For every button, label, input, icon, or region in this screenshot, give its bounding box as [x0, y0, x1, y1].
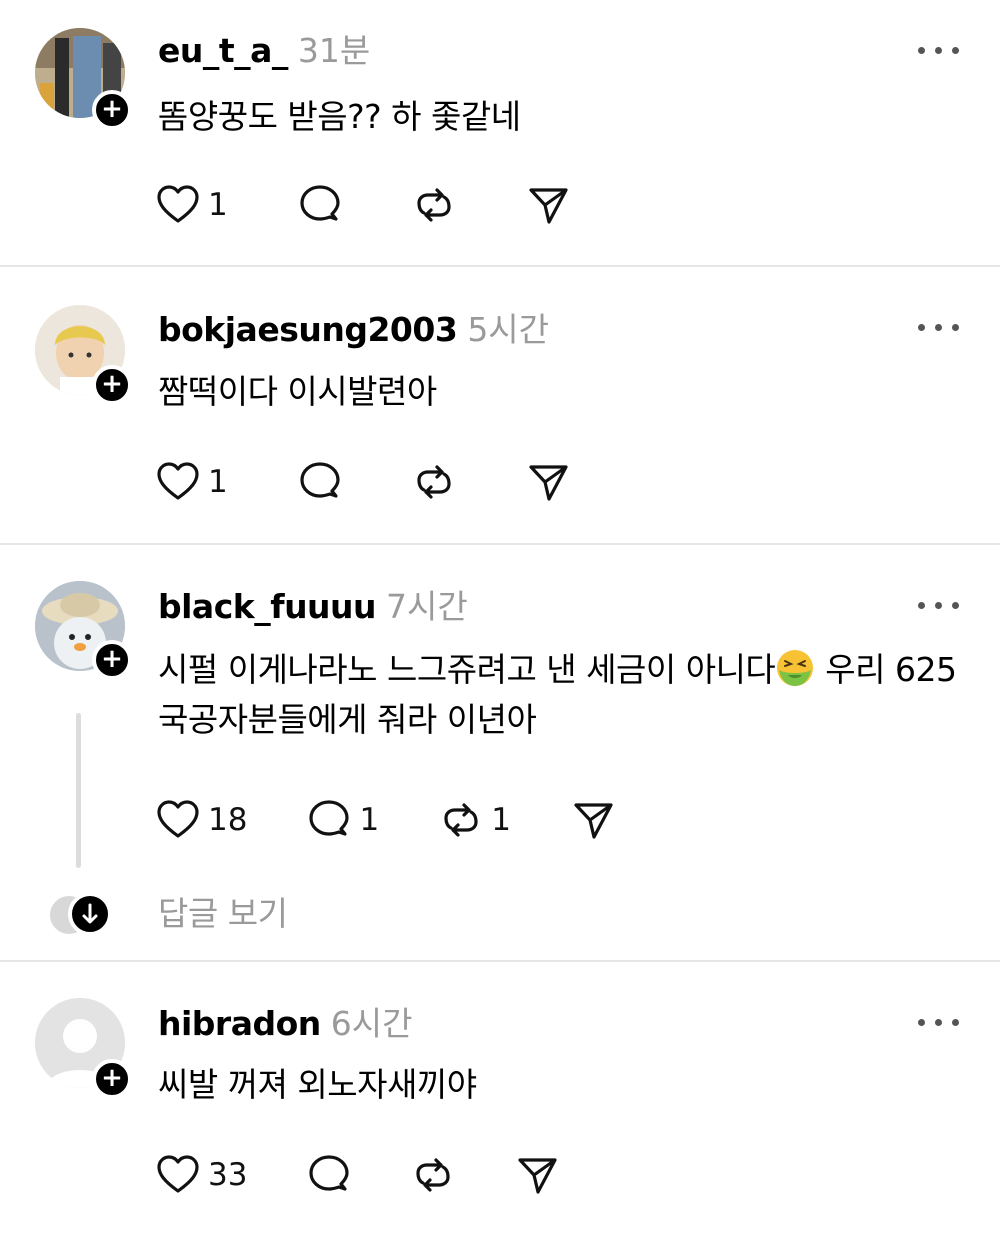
comment-icon: [300, 185, 340, 221]
post-text: 짬떡이다 이시발련아: [158, 372, 437, 411]
share-icon: [518, 1158, 558, 1194]
comment-button[interactable]: 1: [307, 798, 379, 842]
repost-count: 1: [491, 802, 511, 838]
comment-button[interactable]: [307, 1153, 351, 1197]
action-bar: 33: [156, 1150, 619, 1200]
nauseated-face-emoji: [777, 650, 814, 686]
post-header: black_fuuuu 7시간: [158, 580, 468, 630]
post-header: bokjaesung2003 5시간: [158, 303, 549, 353]
username[interactable]: black_fuuuu: [158, 587, 377, 626]
follow-button[interactable]: +: [92, 1059, 132, 1099]
post-eu_t_a_: + eu_t_a_ 31분 똠양꿍도 받음?? 하 좇같네 1: [0, 0, 1000, 265]
arrow-down-icon[interactable]: [68, 892, 112, 936]
post-header: eu_t_a_ 31분: [158, 24, 370, 74]
share-icon: [529, 188, 568, 224]
like-count: 1: [208, 187, 228, 223]
timestamp: 5시간: [467, 310, 550, 349]
action-bar: 1: [156, 457, 630, 507]
username[interactable]: bokjaesung2003: [158, 310, 458, 349]
view-replies-link[interactable]: 답글 보기: [158, 887, 288, 935]
timestamp: 6시간: [330, 1004, 413, 1043]
username[interactable]: eu_t_a_: [158, 31, 288, 70]
share-button[interactable]: [515, 1153, 559, 1197]
share-icon: [574, 803, 613, 839]
repost-button[interactable]: [412, 183, 456, 227]
post-hibradon: + hibradon 6시간 씨발 꺼져 외노자새끼야 33: [0, 962, 1000, 1233]
repost-icon: [417, 188, 451, 222]
action-bar: 1: [156, 180, 630, 230]
repost-button[interactable]: [411, 1153, 455, 1197]
share-button[interactable]: [571, 798, 615, 842]
share-button[interactable]: [526, 183, 570, 227]
timestamp: 31분: [297, 31, 371, 70]
follow-button[interactable]: +: [92, 90, 132, 130]
repost-icon: [417, 465, 451, 499]
like-button[interactable]: 1: [156, 460, 228, 504]
username[interactable]: hibradon: [158, 1004, 321, 1043]
comment-icon: [309, 800, 350, 836]
post-text: 씨발 꺼져 외노자새끼야: [158, 1065, 477, 1104]
comment-button[interactable]: [298, 183, 342, 227]
like-button[interactable]: 33: [156, 1153, 247, 1197]
repost-button[interactable]: 1: [439, 798, 511, 842]
follow-button[interactable]: +: [92, 640, 132, 680]
more-icon[interactable]: [918, 1012, 960, 1032]
view-replies-row[interactable]: 답글 보기: [0, 881, 1000, 941]
post-text: 시펄 이게나라노 느그쥬려고 낸 세금이 아니다 우리 625 국공자분들에게 …: [158, 645, 978, 745]
repost-button[interactable]: [412, 460, 456, 504]
comment-icon: [300, 462, 340, 498]
thread-line: [76, 713, 81, 868]
like-button[interactable]: 18: [156, 798, 247, 842]
like-count: 18: [208, 802, 248, 838]
action-bar: 18 1 1: [156, 795, 675, 845]
post-black_fuuuu: + black_fuuuu 7시간 시펄 이게나라노 느그쥬려고 낸 세금이 아…: [0, 545, 1000, 960]
follow-button[interactable]: +: [92, 365, 132, 405]
repost-icon: [416, 1158, 451, 1192]
post-text-part: 시펄 이게나라노 느그쥬려고 낸 세금이 아니다: [158, 650, 776, 689]
repost-icon: [444, 803, 478, 837]
like-button[interactable]: 1: [156, 183, 228, 227]
more-icon[interactable]: [918, 40, 960, 60]
reply-count: 1: [359, 802, 380, 838]
heart-icon: [157, 800, 199, 838]
share-icon: [529, 465, 568, 501]
heart-icon: [157, 185, 199, 223]
post-header: hibradon 6시간: [158, 997, 412, 1047]
more-icon[interactable]: [918, 595, 960, 615]
heart-icon: [157, 462, 199, 500]
post-text: 똠양꿍도 받음?? 하 좇같네: [158, 97, 521, 136]
like-count: 33: [208, 1157, 248, 1193]
more-icon[interactable]: [918, 317, 960, 337]
like-count: 1: [208, 464, 228, 500]
timestamp: 7시간: [386, 587, 468, 626]
heart-icon: [157, 1155, 199, 1193]
comment-icon: [309, 1155, 350, 1191]
post-bokjaesung2003: + bokjaesung2003 5시간 짬떡이다 이시발련아 1: [0, 267, 1000, 543]
comment-button[interactable]: [298, 460, 342, 504]
share-button[interactable]: [526, 460, 570, 504]
